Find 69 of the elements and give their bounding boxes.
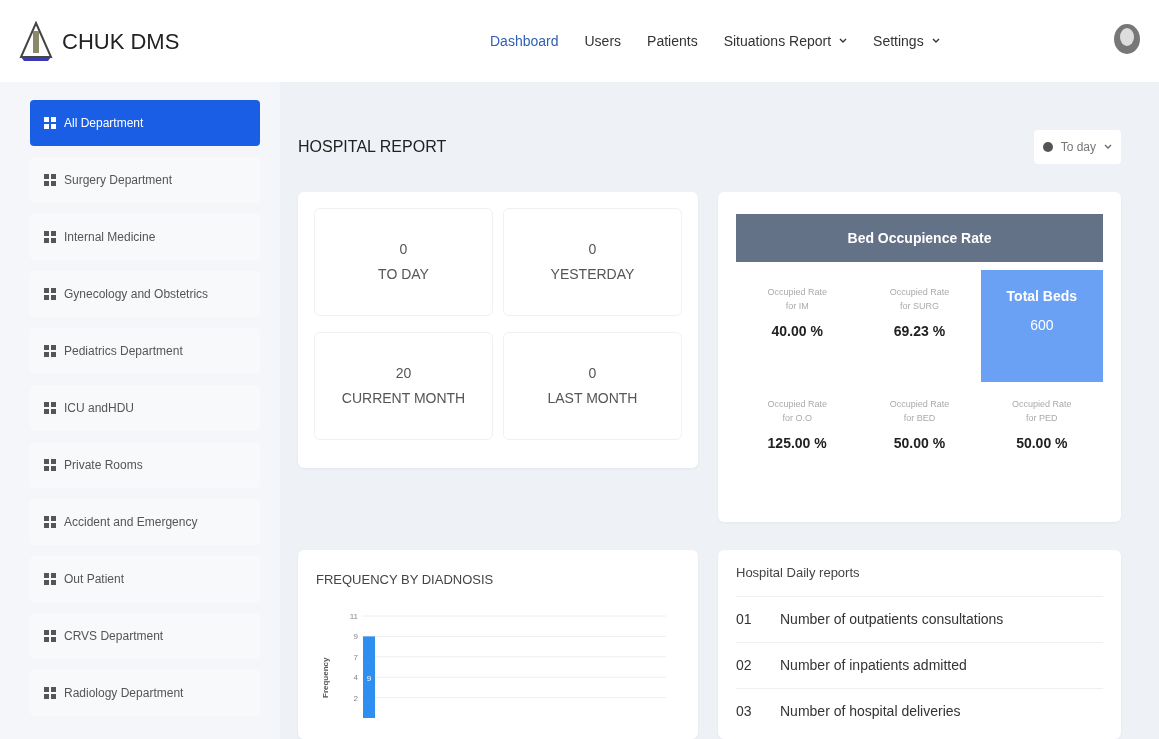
grid-icon	[44, 573, 56, 585]
row-text: Number of outpatients consultations	[780, 610, 1004, 629]
chart-title: FREQUENCY BY DIADNOSIS	[316, 571, 495, 589]
grid-icon	[44, 516, 56, 528]
clock-icon	[1042, 142, 1053, 152]
sidebar-item[interactable]: Gynecology and Obstetrics	[30, 271, 260, 317]
axis-title: Frequency	[321, 657, 330, 698]
row-number: 03	[736, 702, 753, 721]
rate-label: Occupied Rate for SURG	[888, 286, 951, 313]
row-text: Number of hospital deliveries	[780, 702, 961, 721]
stat-label: CURRENT MONTH	[341, 389, 466, 408]
sidebar-item[interactable]: Private Rooms	[30, 442, 260, 488]
logo-icon	[18, 21, 54, 61]
sidebar-item[interactable]: Out Patient	[30, 556, 260, 602]
grid-icon	[44, 687, 56, 699]
row-number: 02	[736, 656, 753, 675]
stat-value: 0	[588, 364, 597, 383]
brand-name: CHUK DMS	[62, 27, 180, 56]
tile-value: 600	[1030, 316, 1054, 335]
nav-link[interactable]: Situations Report	[721, 26, 850, 56]
grid-icon	[44, 117, 56, 129]
rate-value: 40.00 %	[771, 322, 823, 341]
stat-value: 0	[588, 240, 597, 259]
grid-icon	[44, 459, 56, 471]
period-select[interactable]: To day	[1033, 130, 1121, 164]
rate-value: 50.00 %	[893, 434, 946, 453]
row-number: 01	[736, 610, 753, 629]
rate-value: 50.00 %	[1016, 434, 1068, 453]
tick-label: 2	[353, 693, 358, 703]
tick-label: 11	[349, 611, 358, 621]
sidebar-item[interactable]: Internal Medicine	[30, 214, 260, 260]
stat-value: 0	[399, 240, 408, 259]
stat-label: YESTERDAY	[550, 265, 635, 284]
row-text: Number of inpatients admitted	[780, 656, 967, 675]
grid-icon	[44, 630, 56, 642]
tile-label: Total Beds	[1006, 287, 1078, 306]
grid-icon	[44, 402, 56, 414]
stat-label: LAST MONTH	[547, 389, 638, 408]
sidebar-item[interactable]: CRVS Department	[30, 613, 260, 659]
sidebar-item[interactable]: Accident and Emergency	[30, 499, 260, 545]
page-title: HOSPITAL REPORT	[298, 137, 447, 157]
tick-label: 9	[353, 631, 358, 641]
nav-link[interactable]: Users	[582, 26, 624, 56]
tick-label: 7	[353, 652, 358, 662]
rate-label: Occupied Rate for BED	[888, 398, 951, 425]
rate-label: Occupied Rate for IM	[766, 286, 828, 313]
sidebar-item[interactable]: ICU andHDU	[30, 385, 260, 431]
sidebar-item[interactable]: Pediatrics Department	[30, 328, 260, 374]
rate-value: 69.23 %	[893, 322, 946, 341]
caret-icon	[1104, 144, 1112, 150]
card-title: Hospital Daily reports	[736, 564, 860, 583]
tick-label: 4	[353, 672, 358, 682]
data-label: 9	[366, 673, 372, 683]
rate-label: Occupied Rate for O.O	[766, 398, 828, 425]
stat-label: TO DAY	[378, 265, 429, 284]
stat-value: 20	[395, 364, 412, 383]
rate-value: 125.00 %	[767, 434, 827, 453]
grid-icon	[44, 174, 56, 186]
sidebar-item[interactable]: Radiology Department	[30, 670, 260, 716]
grid-icon	[44, 345, 56, 357]
sidebar-item[interactable]: Surgery Department	[30, 157, 260, 203]
grid-icon	[44, 231, 56, 243]
bed-rate-header: Bed Occupience Rate	[736, 214, 1103, 262]
rate-label: Occupied Rate for PED	[1011, 398, 1073, 425]
sidebar-item[interactable]: All Department	[30, 100, 260, 146]
nav-link[interactable]: Dashboard	[488, 26, 561, 56]
nav-link[interactable]: Patients	[645, 26, 700, 56]
nav-link[interactable]: Settings	[871, 26, 942, 56]
grid-icon	[44, 288, 56, 300]
